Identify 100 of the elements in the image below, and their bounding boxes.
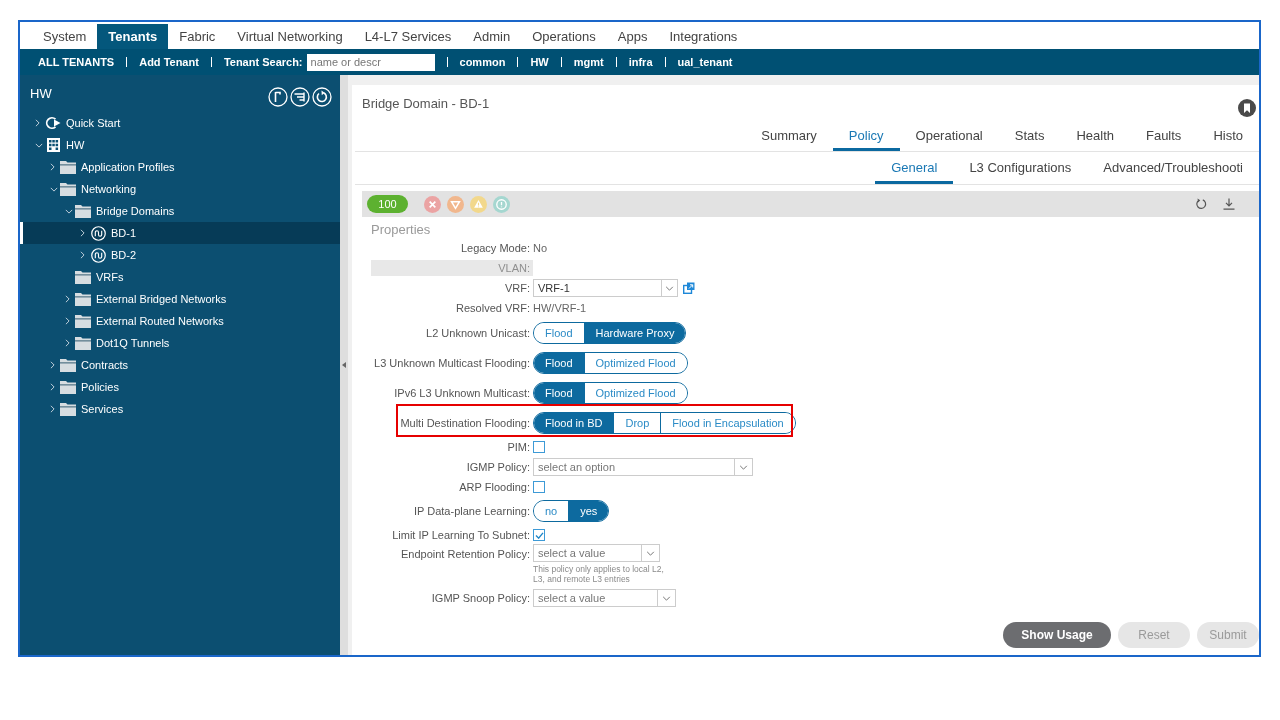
tenant-link[interactable]: infra: [628, 53, 653, 71]
segment-option[interactable]: Flood in BD: [534, 413, 614, 433]
nav-tab[interactable]: Virtual Networking: [226, 24, 354, 49]
flag-icon[interactable]: [268, 87, 288, 107]
refresh-icon[interactable]: [1195, 198, 1207, 210]
field-label: ARP Flooding:: [458, 479, 531, 495]
nav-tab[interactable]: Admin: [462, 24, 522, 49]
tenant-link[interactable]: common: [459, 53, 506, 71]
warning-icon: [470, 195, 487, 213]
field-label: PIM:: [506, 439, 531, 455]
field-label: L3 Unknown Multicast Flooding:: [373, 355, 531, 371]
tree-item[interactable]: Contracts: [20, 354, 340, 376]
panel-title: Bridge Domain - BD-1: [362, 95, 490, 113]
tree-item[interactable]: Bridge Domains: [20, 200, 340, 222]
play-circle-icon: [45, 116, 61, 130]
tree-item[interactable]: External Bridged Networks: [20, 288, 340, 310]
nav-tab[interactable]: Operations: [521, 24, 607, 49]
tab[interactable]: Faults: [1129, 124, 1198, 151]
sub-tab[interactable]: Advanced/Troubleshooti: [1087, 154, 1259, 184]
field-label: IGMP Snoop Policy:: [430, 590, 531, 606]
tree-item[interactable]: Application Profiles: [20, 156, 340, 178]
action-button[interactable]: Show Usage: [1003, 622, 1111, 648]
sub-tab[interactable]: General: [875, 154, 954, 184]
tab[interactable]: Stats: [998, 124, 1061, 151]
tab[interactable]: Policy: [832, 124, 900, 151]
tree-item[interactable]: VRFs: [20, 266, 340, 288]
field-label: Multi Destination Flooding:: [399, 415, 531, 431]
folder-icon: [60, 182, 76, 196]
building-icon: [46, 138, 60, 152]
tree-item[interactable]: External Routed Networks: [20, 310, 340, 332]
nav-tab[interactable]: Tenants: [97, 24, 169, 49]
section-title: Properties: [371, 222, 431, 237]
nav-tab[interactable]: Fabric: [168, 24, 227, 49]
tree-item[interactable]: BD-2: [20, 244, 340, 266]
segment-option[interactable]: Hardware Proxy: [583, 323, 686, 343]
tab[interactable]: Operational: [899, 124, 999, 151]
wave-circle-icon: [90, 247, 106, 263]
chevron-down-icon: [665, 285, 674, 291]
tree-item[interactable]: Networking: [20, 178, 340, 200]
select-field[interactable]: select a value: [533, 589, 676, 607]
folder-icon: [75, 292, 91, 306]
segment-option[interactable]: Optimized Flood: [583, 383, 687, 403]
tree-item[interactable]: HW: [20, 134, 340, 156]
folder-icon: [60, 160, 76, 174]
tree-item[interactable]: Dot1Q Tunnels: [20, 332, 340, 354]
checkbox[interactable]: [533, 441, 545, 453]
nav-tab[interactable]: Apps: [606, 24, 659, 49]
field-label: L2 Unknown Unicast:: [425, 325, 531, 341]
folder-icon: [75, 204, 91, 218]
check-icon: [534, 531, 544, 539]
chevron-down-icon: [662, 595, 671, 601]
nav-tab[interactable]: System: [32, 24, 98, 49]
tenant-link[interactable]: mgmt: [573, 53, 604, 71]
field-label: IGMP Policy:: [465, 459, 531, 475]
external-link-icon[interactable]: [683, 282, 695, 294]
segment-option[interactable]: Flood in Encapsulation: [660, 413, 795, 433]
list-icon[interactable]: [290, 87, 310, 107]
select-field[interactable]: select a value: [533, 544, 660, 562]
wave-circle-icon: [90, 225, 106, 241]
field-hint: This policy only applies to local L2, L3, and remote L3 entries: [533, 564, 665, 584]
folder-icon: [75, 314, 91, 328]
chevron-down-icon: [646, 550, 655, 556]
tab[interactable]: Health: [1060, 124, 1130, 151]
tenant-action-link[interactable]: Add Tenant: [139, 53, 199, 71]
segment-option[interactable]: Flood: [534, 383, 584, 403]
tab[interactable]: Histo: [1197, 124, 1259, 151]
caret-left-icon: [342, 362, 346, 368]
tab[interactable]: Summary: [745, 124, 833, 151]
folder-icon: [60, 402, 76, 416]
select-field[interactable]: select an option: [533, 458, 753, 476]
sub-tab[interactable]: L3 Configurations: [953, 154, 1088, 184]
checkbox[interactable]: [533, 481, 545, 493]
folder-icon: [75, 336, 91, 350]
field-value: HW/VRF-1: [533, 300, 587, 316]
tenant-link[interactable]: HW: [530, 53, 549, 71]
checkbox[interactable]: [533, 529, 545, 541]
tree-item[interactable]: Policies: [20, 376, 340, 398]
folder-icon: [60, 380, 76, 394]
tree-item[interactable]: Quick Start: [20, 112, 340, 134]
tenant-link[interactable]: ual_tenant: [677, 53, 733, 71]
tree-item[interactable]: BD-1: [20, 222, 340, 244]
nav-tab[interactable]: L4-L7 Services: [353, 24, 463, 49]
tenant-action-link[interactable]: ALL TENANTS: [38, 53, 115, 71]
field-label: VLAN:: [371, 260, 533, 276]
search-label: Tenant Search:: [223, 54, 303, 70]
field-label: Resolved VRF:: [455, 300, 531, 316]
alert-icon: [493, 195, 510, 213]
nav-tab[interactable]: Integrations: [658, 24, 749, 49]
search-field[interactable]: name or descr: [306, 53, 435, 71]
segment-option[interactable]: Optimized Flood: [583, 353, 687, 373]
field-value: No: [533, 240, 548, 256]
tree-item[interactable]: Services: [20, 398, 340, 420]
segment-option[interactable]: Flood: [534, 353, 584, 373]
segment-option[interactable]: yes: [568, 501, 609, 521]
combo-field[interactable]: VRF-1: [533, 279, 662, 297]
bookmark-icon[interactable]: [1238, 99, 1256, 117]
download-icon[interactable]: [1223, 198, 1235, 210]
field-label: Limit IP Learning To Subnet:: [391, 527, 531, 543]
field-label: VRF:: [503, 280, 531, 296]
field-label: IP Data-plane Learning:: [413, 503, 531, 519]
